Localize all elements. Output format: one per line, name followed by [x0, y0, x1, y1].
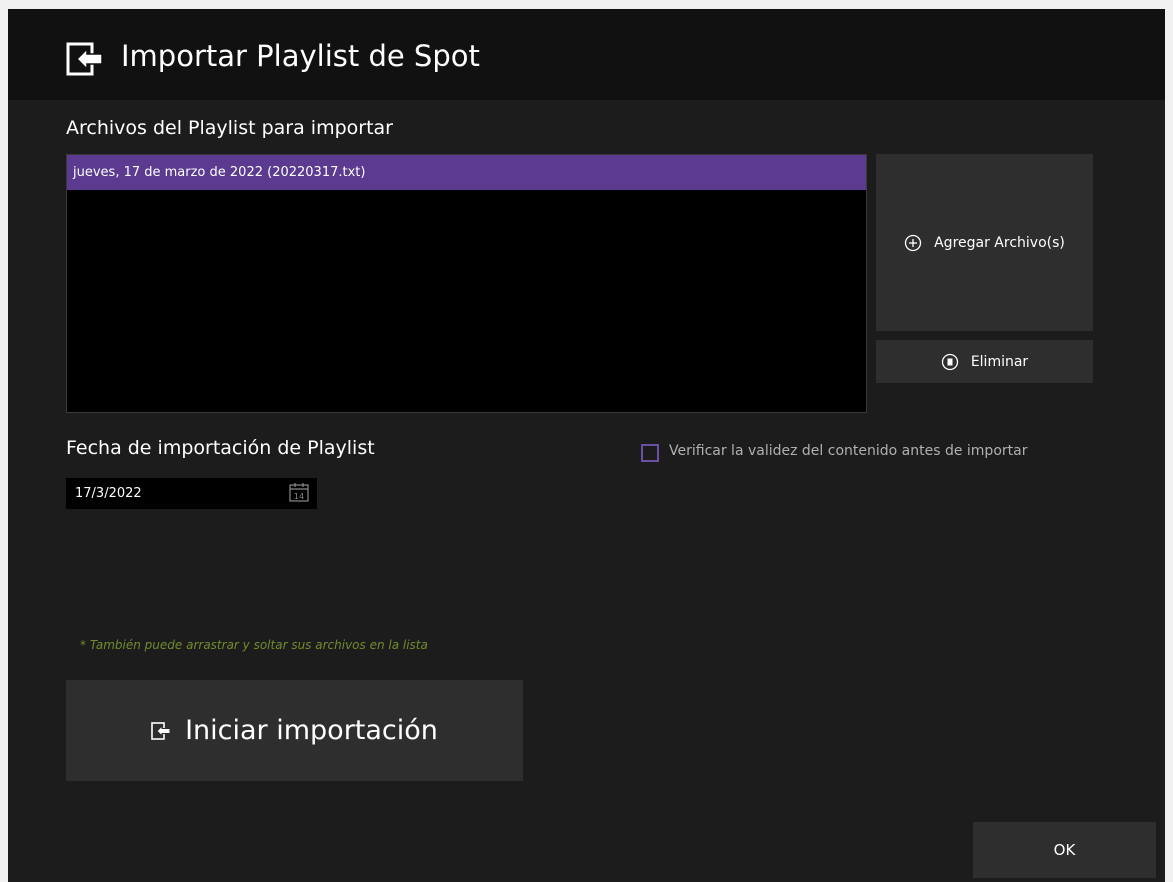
- add-files-button[interactable]: Agregar Archivo(s): [876, 154, 1093, 331]
- dialog-header: Importar Playlist de Spot: [8, 9, 1165, 100]
- delete-label: Eliminar: [970, 353, 1029, 370]
- ok-button[interactable]: OK: [973, 822, 1156, 878]
- add-files-label: Agregar Archivo(s): [934, 234, 1065, 251]
- start-import-label: Iniciar importación: [185, 715, 438, 746]
- start-import-button[interactable]: Iniciar importación: [66, 680, 523, 781]
- drag-drop-hint: * También puede arrastrar y soltar sus a…: [80, 638, 428, 652]
- delete-icon: [941, 353, 959, 371]
- add-circle-icon: [904, 234, 922, 252]
- validate-content-checkbox[interactable]: [641, 444, 659, 462]
- delete-button[interactable]: Eliminar: [876, 340, 1093, 383]
- list-item[interactable]: jueves, 17 de marzo de 2022 (20220317.tx…: [67, 155, 866, 190]
- import-icon: [151, 721, 171, 740]
- playlist-files-list[interactable]: jueves, 17 de marzo de 2022 (20220317.tx…: [66, 154, 867, 413]
- svg-text:14: 14: [294, 492, 304, 501]
- import-date-field[interactable]: 17/3/2022: [66, 478, 317, 509]
- validate-content-label[interactable]: Verificar la validez del contenido antes…: [669, 443, 1027, 459]
- calendar-icon[interactable]: 14: [288, 481, 310, 503]
- import-playlist-dialog: Importar Playlist de Spot Archivos del P…: [8, 9, 1165, 882]
- dialog-title: Importar Playlist de Spot: [121, 39, 480, 73]
- files-section-label: Archivos del Playlist para importar: [66, 117, 393, 139]
- import-icon: [66, 42, 103, 76]
- date-section-label: Fecha de importación de Playlist: [66, 437, 375, 459]
